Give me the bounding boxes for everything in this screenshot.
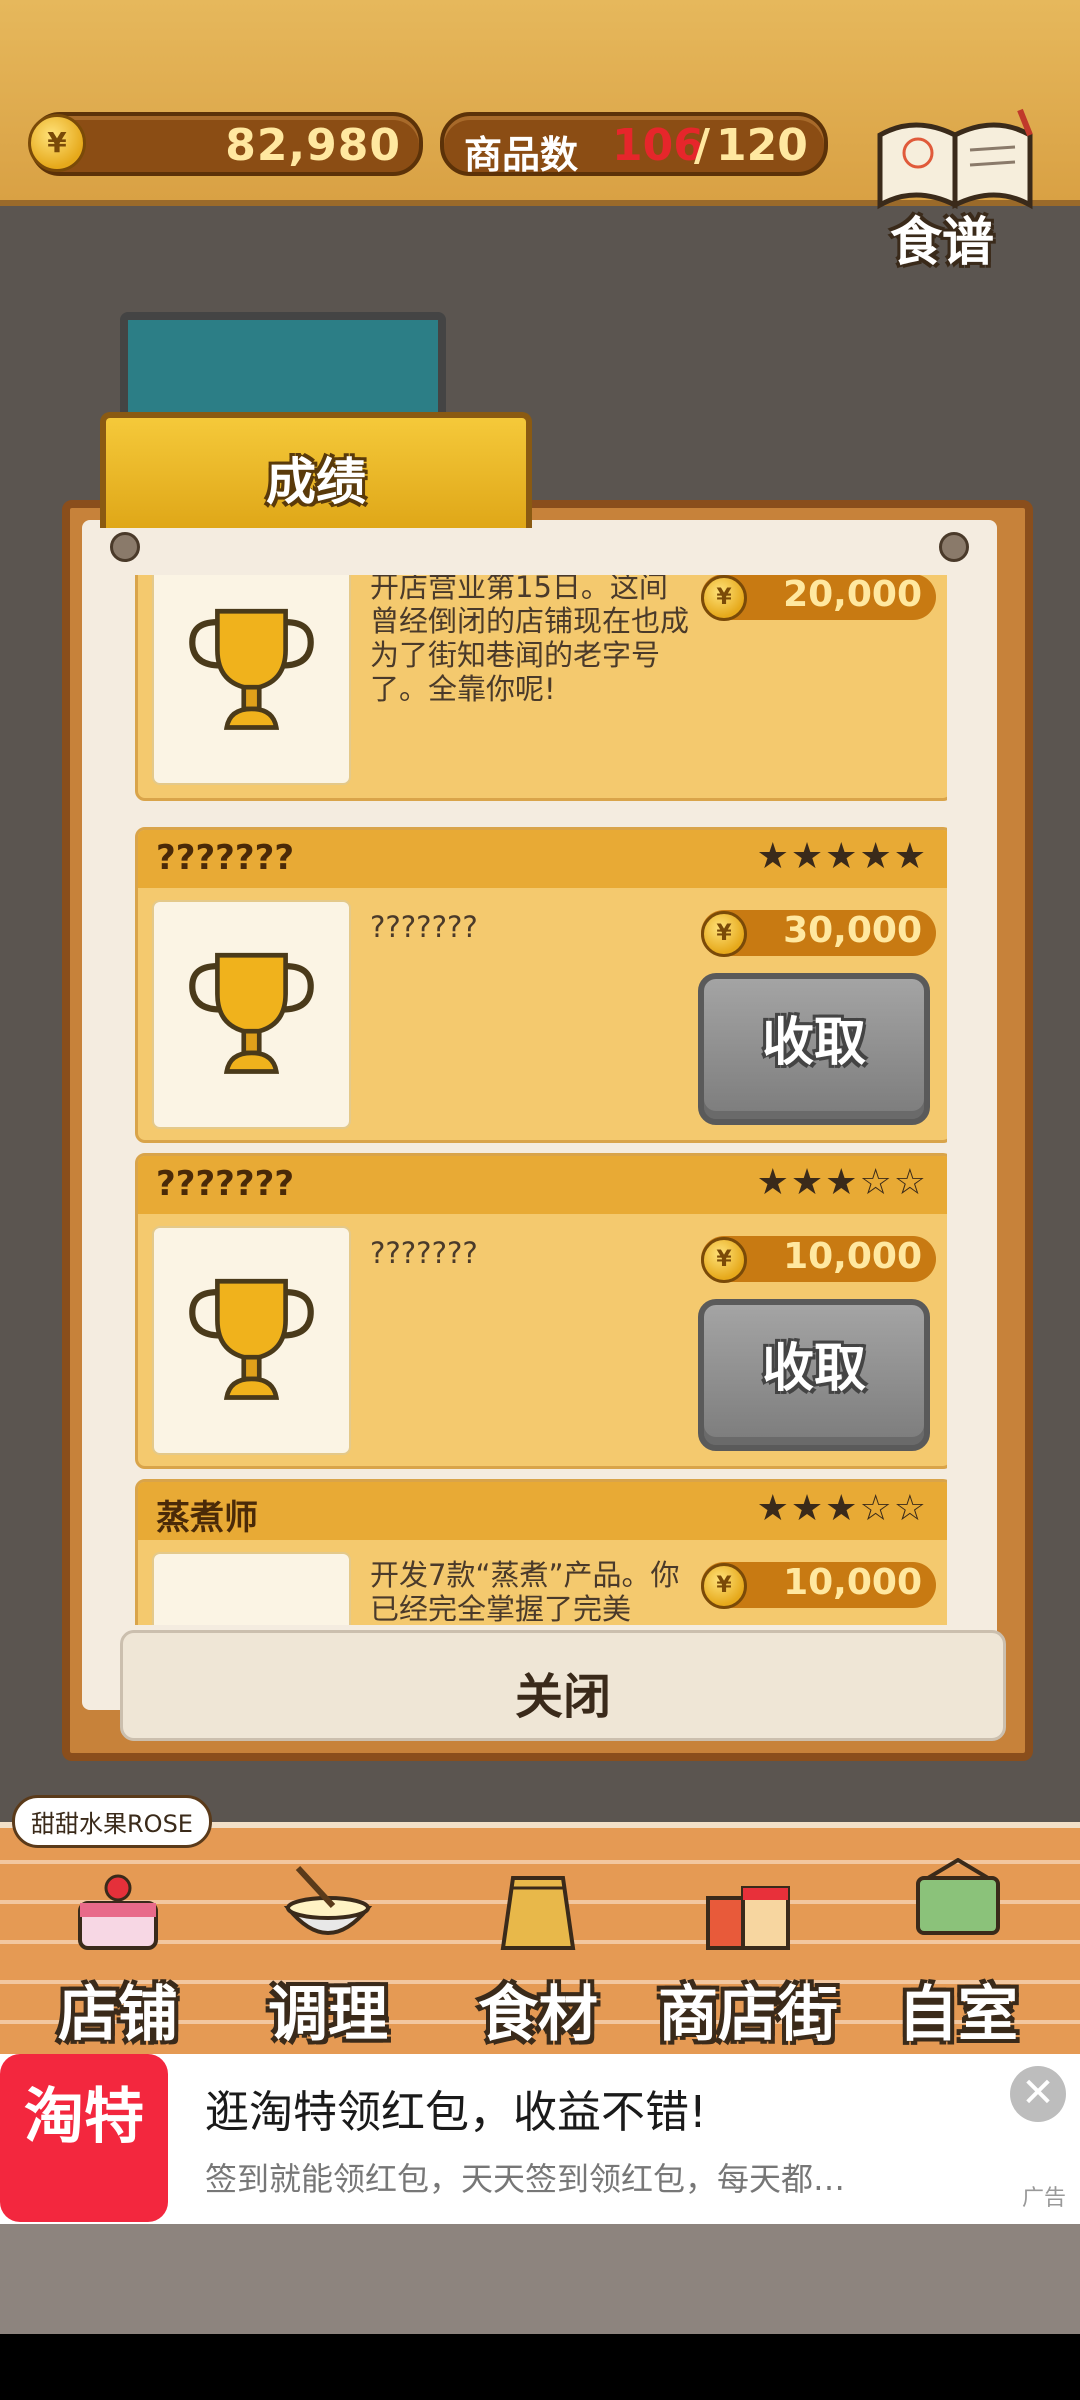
nav-street[interactable]: 商店街 <box>648 1848 848 2058</box>
achievement-title: 蒸煮师 <box>156 1498 258 1538</box>
trophy-icon <box>189 1278 314 1400</box>
coin-icon: ¥ <box>701 575 747 621</box>
achievement-header: 蒸煮师 ★★★☆☆ <box>138 1482 947 1540</box>
bottom-nav: 店铺 调理 食材 商店街 自室 <box>0 1822 1080 2060</box>
dialog-title: 成绩 <box>266 453 366 511</box>
goods-current: 106 <box>612 120 704 171</box>
coin-icon: ¥ <box>701 911 747 957</box>
claim-button[interactable]: 收取 <box>698 973 930 1125</box>
coin-icon: ¥ <box>701 1237 747 1283</box>
claim-label: 收取 <box>761 1013 866 1073</box>
nav-cook-label: 调理 <box>268 1980 388 2050</box>
coin-balance: ¥ 82,980 <box>28 112 423 176</box>
goods-label: 商品数 <box>464 133 579 177</box>
ad-logo-text: 淘特 <box>24 2082 144 2152</box>
achievement-reward: ¥ 10,000 <box>701 1236 936 1283</box>
achievement-thumb <box>152 1226 351 1455</box>
ad-title[interactable]: 逛淘特领红包，收益不错! <box>205 2076 707 2140</box>
nav-ingredients-label: 食材 <box>478 1980 598 2050</box>
achievement-thumb <box>152 1552 351 1625</box>
achievement-card: 蒸煮师 ★★★☆☆ 开发7款“蒸煮”产品。你已经完全掌握了完美 ¥ 10,000 <box>135 1479 947 1625</box>
cake-icon <box>78 1874 158 1950</box>
achievement-reward: ¥ 30,000 <box>701 910 936 957</box>
reward-amount: 20,000 <box>783 575 922 615</box>
ad-subtitle: 签到就能领红包，天天签到领红包，每天都… <box>205 2160 846 2198</box>
achievement-thumb <box>152 900 351 1129</box>
achievement-desc: 开发7款“蒸煮”产品。你已经完全掌握了完美 <box>370 1558 680 1625</box>
recipe-label: 食谱 <box>890 213 995 273</box>
reward-amount: 10,000 <box>783 1236 922 1277</box>
goods-count: 商品数 106 / 120 <box>440 112 828 177</box>
mixing-bowl-icon <box>283 1865 373 1935</box>
reward-amount: 30,000 <box>783 910 922 951</box>
achievement-desc: ??????? <box>370 910 478 944</box>
achievements-tab: 成绩 <box>100 412 532 528</box>
ad-banner[interactable]: 淘特 逛淘特领红包，收益不错! 签到就能领红包，天天签到领红包，每天都… ✕ 广… <box>0 2054 1080 2224</box>
trophy-icon <box>189 608 314 730</box>
ad-app-logo[interactable]: 淘特 <box>0 2054 168 2222</box>
nav-ingredients[interactable]: 食材 <box>438 1848 638 2058</box>
coin-amount: 82,980 <box>225 120 401 171</box>
shop-street-icon <box>706 1886 790 1950</box>
system-nav-bar <box>0 2334 1080 2400</box>
bottom-strip <box>0 2224 1080 2334</box>
trophy-icon <box>189 952 314 1074</box>
recipe-button[interactable]: 食谱 <box>870 105 1045 273</box>
top-bar: ¥ 82,980 商品数 106 / 120 食谱 <box>0 0 1080 273</box>
achievement-desc: ??????? <box>370 1236 478 1270</box>
achievement-card: ??????? ★★★☆☆ ??????? ¥ 10,000 收取 <box>135 1153 947 1469</box>
nav-shop-label: 店铺 <box>58 1980 178 2050</box>
goods-max: 120 <box>716 120 808 171</box>
achievement-card: ??????? ★★★★★ ??????? ¥ 30,000 收取 <box>135 827 947 1143</box>
goods-separator: / <box>694 120 711 171</box>
achievement-header: ??????? ★★★★★ <box>138 830 947 888</box>
achievement-list[interactable]: 开店营业第15日。这间曾经倒闭的店铺现在也成为了街知巷闻的老字号了。全靠你呢! … <box>135 575 947 1625</box>
nail-icon <box>110 532 140 562</box>
achievement-thumb <box>152 575 351 785</box>
claim-button[interactable]: 收取 <box>698 1299 930 1451</box>
nav-room[interactable]: 自室 <box>858 1848 1058 2058</box>
achievement-title: ??????? <box>156 838 295 878</box>
ad-tag: 广告 <box>1021 2186 1066 2211</box>
achievement-desc: 开店营业第15日。这间曾经倒闭的店铺现在也成为了街知巷闻的老字号了。全靠你呢! <box>370 575 690 706</box>
achievement-title: ??????? <box>156 1164 295 1204</box>
coin-icon: ¥ <box>28 114 86 172</box>
star-rating: ★★★☆☆ <box>756 1488 928 1529</box>
achievement-reward: ¥ 20,000 <box>701 575 936 621</box>
recipe-book-icon <box>877 108 1033 210</box>
achievement-header: ??????? ★★★☆☆ <box>138 1156 947 1214</box>
close-label: 关闭 <box>514 1669 611 1725</box>
close-button[interactable]: 关闭 <box>120 1630 1006 1741</box>
coin-icon: ¥ <box>701 1563 747 1609</box>
star-rating: ★★★☆☆ <box>756 1162 928 1203</box>
claim-label: 收取 <box>761 1339 866 1399</box>
nav-street-label: 商店街 <box>658 1980 838 2050</box>
nav-cook[interactable]: 调理 <box>228 1848 428 2058</box>
nav-shop[interactable]: 店铺 <box>18 1848 218 2058</box>
achievement-card: 开店营业第15日。这间曾经倒闭的店铺现在也成为了街知巷闻的老字号了。全靠你呢! … <box>135 575 947 801</box>
flour-bag-icon <box>500 1876 576 1950</box>
staff-only-sign-icon <box>916 1858 1000 1935</box>
store-name-badge: 甜甜水果ROSE <box>12 1795 212 1848</box>
nail-icon <box>939 532 969 562</box>
achievement-reward: ¥ 10,000 <box>701 1562 936 1609</box>
reward-amount: 10,000 <box>783 1562 922 1603</box>
ad-close-icon[interactable]: ✕ <box>1010 2066 1066 2122</box>
nav-room-label: 自室 <box>898 1980 1018 2050</box>
star-rating: ★★★★★ <box>756 836 928 877</box>
